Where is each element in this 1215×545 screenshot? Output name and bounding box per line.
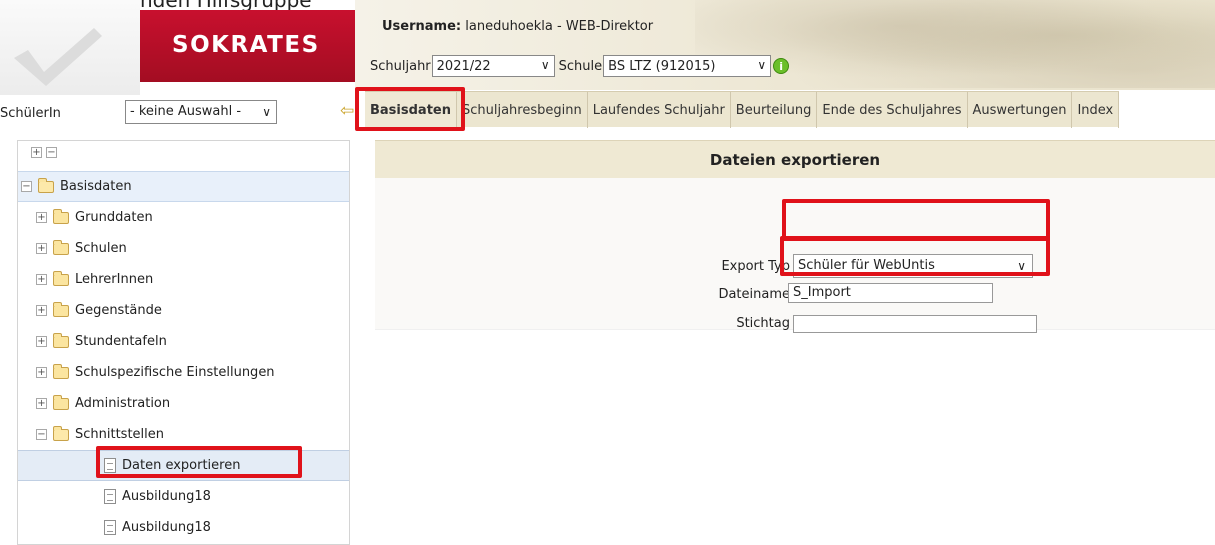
tab-auswertungen[interactable]: Auswertungen [968,92,1073,128]
header-panel: Username: laneduhoekla - WEB-Direktor Sc… [355,0,1215,90]
tree-item-schulen[interactable]: + Schulen [18,233,349,264]
tree-item-stundentafeln[interactable]: + Stundentafeln [18,326,349,357]
filename-input[interactable]: S_Import [788,283,993,303]
back-arrow-icon[interactable]: ⇦ [340,101,354,121]
expand-icon[interactable]: + [36,336,47,347]
folder-icon [53,332,69,348]
tab-schuljahresbeginn[interactable]: Schuljahresbeginn [457,92,588,128]
info-icon[interactable]: i [773,58,790,74]
folder-icon [53,239,69,255]
tree-item-daten-exportieren[interactable]: Daten exportieren [18,450,349,481]
main-panel: Dateien exportieren Export Typ Schüler f… [375,140,1215,545]
collapse-all-button[interactable]: − [46,147,57,158]
tree-root-basisdaten[interactable]: − Basisdaten [18,171,349,202]
student-select[interactable]: - keine Auswahl - ∨ [125,100,277,124]
schule-select[interactable]: BS LTZ (912015) ∨ [603,55,772,77]
tree-label: Stundentafeln [75,334,167,349]
stichtag-input[interactable] [793,315,1037,333]
username-display: Username: laneduhoekla - WEB-Direktor [382,19,653,34]
export-type-label: Export Typ [721,259,790,274]
export-type-value: Schüler für WebUntis [798,258,935,273]
export-type-select[interactable]: Schüler für WebUntis ∨ [793,254,1033,278]
folder-icon [53,363,69,379]
tree-label: Schulen [75,241,127,256]
folder-icon [53,394,69,410]
checkmark-logo-icon [14,28,102,86]
navigation-tree: + − − Basisdaten + Grunddaten + Schulen … [17,140,350,545]
schuljahr-value: 2021/22 [436,58,491,74]
folder-icon [53,270,69,286]
schuljahr-label: Schuljahr [370,58,431,74]
student-label: SchülerIn [0,106,61,121]
expand-icon[interactable]: + [36,243,47,254]
collapse-icon[interactable]: − [36,429,47,440]
stichtag-label: Stichtag [736,316,790,331]
chevron-down-icon: ∨ [540,58,550,72]
tree-label: Basisdaten [60,179,132,194]
expand-icon[interactable]: + [36,367,47,378]
tree-label: Schulspezifische Einstellungen [75,365,275,380]
page-title: Dateien exportieren [375,140,1215,178]
folder-open-icon [53,425,69,441]
expand-icon[interactable]: + [36,305,47,316]
export-form: Export Typ Schüler für WebUntis ∨ Datein… [375,178,1215,333]
username-value: laneduhoekla - WEB-Direktor [465,19,654,34]
student-select-value: - keine Auswahl - [130,104,242,119]
tree-label: LehrerInnen [75,272,154,287]
tree-item-ausbildung18-2[interactable]: Ausbildung18 [18,512,349,543]
folder-icon [53,208,69,224]
expand-icon[interactable]: + [36,398,47,409]
tree-item-schnittstellen[interactable]: − Schnittstellen [18,419,349,450]
tree-label: Administration [75,396,171,411]
tree-toolbar: + − [18,141,349,171]
tab-basisdaten[interactable]: Basisdaten [365,92,457,128]
main-tabs: Basisdaten Schuljahresbeginn Laufendes S… [365,91,1120,128]
tree-item-lehrerinnen[interactable]: + LehrerInnen [18,264,349,295]
expand-icon[interactable]: + [36,212,47,223]
tab-index[interactable]: Index [1072,92,1120,128]
username-label: Username: [382,19,462,34]
folder-icon [53,301,69,317]
schuljahr-select[interactable]: 2021/22 ∨ [431,55,555,77]
tab-beurteilung[interactable]: Beurteilung [731,92,818,128]
chevron-down-icon: ∨ [757,58,767,72]
tree-item-grunddaten[interactable]: + Grunddaten [18,202,349,233]
tree-label: Grunddaten [75,210,153,225]
chevron-down-icon: ∨ [262,105,271,119]
folder-open-icon [38,177,54,193]
logo-area [0,0,140,95]
expand-all-button[interactable]: + [31,147,42,158]
document-icon [104,489,116,504]
schule-value: BS LTZ (912015) [608,58,716,74]
chevron-down-icon: ∨ [1017,259,1026,273]
brand-logo: SOKRATES [140,10,355,82]
tree-item-gegenstaende[interactable]: + Gegenstände [18,295,349,326]
tree-label: Ausbildung18 [122,489,211,504]
filename-label: Dateiname [718,287,790,302]
expand-icon[interactable]: + [36,274,47,285]
tree-item-schulspezifische-einstellungen[interactable]: + Schulspezifische Einstellungen [18,357,349,388]
collapse-icon[interactable]: − [21,181,32,192]
tree-label: Schnittstellen [75,427,165,442]
tab-laufendes-schuljahr[interactable]: Laufendes Schuljahr [588,92,731,128]
tree-item-ausbildung18[interactable]: Ausbildung18 [18,481,349,512]
tree-label: Gegenstände [75,303,162,318]
document-icon [104,458,116,473]
schule-label: Schule [558,58,603,74]
tree-item-administration[interactable]: + Administration [18,388,349,419]
tab-ende-des-schuljahres[interactable]: Ende des Schuljahres [817,92,968,128]
tree-label: Ausbildung18 [122,520,211,535]
school-row: Schuljahr 2021/22 ∨ Schule BS LTZ (91201… [370,55,790,77]
tree-label: Daten exportieren [122,458,241,473]
document-icon [104,520,116,535]
